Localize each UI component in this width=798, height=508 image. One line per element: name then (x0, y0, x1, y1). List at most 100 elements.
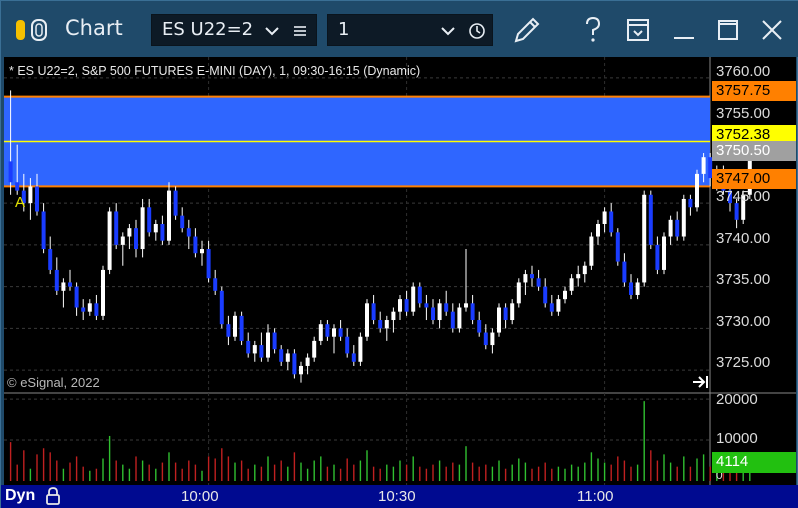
price-tick: 3760.00 (716, 63, 771, 80)
candle-body (186, 228, 191, 237)
candle-body (338, 328, 343, 337)
candle-body (358, 336, 363, 362)
candle-body (54, 269, 59, 291)
current-volume-tag: 4114 (712, 452, 796, 473)
time-tick: 11:00 (577, 488, 614, 505)
candle-body (134, 228, 138, 250)
candle-body (688, 198, 693, 208)
jump-to-latest-icon[interactable] (692, 375, 710, 389)
template-icon[interactable] (621, 13, 655, 47)
candle-body (503, 307, 508, 321)
candle-body (259, 345, 264, 358)
candle-body (609, 211, 614, 233)
candle-body (160, 224, 165, 241)
candle-body (391, 311, 396, 321)
window-title: Chart (65, 16, 123, 40)
candle-body (8, 161, 13, 183)
price-volume-chart[interactable] (4, 57, 796, 485)
menu-lines-icon[interactable] (292, 23, 308, 39)
candle-body (497, 307, 501, 333)
dynamic-mode-label[interactable]: Dyn (5, 487, 35, 505)
candle-body (596, 224, 600, 237)
candle-body (424, 303, 429, 308)
help-icon[interactable] (576, 13, 610, 47)
candle-body (233, 315, 237, 337)
clock-icon[interactable] (468, 22, 486, 40)
candle-body (272, 332, 277, 350)
symbol-dropdown[interactable]: ES U22=2 (151, 14, 317, 46)
candle-body (167, 190, 171, 241)
lock-icon[interactable] (44, 486, 62, 506)
candle-body (490, 332, 495, 346)
candle-body (457, 307, 462, 329)
chart-area[interactable]: * ES U22=2, S&P 500 FUTURES E-MINI (DAY)… (4, 57, 796, 485)
chart-header: * ES U22=2, S&P 500 FUTURES E-MINI (DAY)… (9, 64, 421, 78)
candle-body (695, 173, 699, 208)
candle-body (312, 340, 317, 358)
price-tick: 3735.00 (716, 271, 771, 288)
candle-body (450, 311, 455, 329)
time-axis-bar: Dyn 10:00 10:30 11:00 (1, 485, 798, 508)
candle-body (477, 320, 482, 333)
candle-body (246, 340, 251, 354)
candle-body (437, 303, 442, 321)
candle-body (305, 357, 310, 366)
candle-body (173, 190, 178, 216)
candle-body (206, 249, 211, 279)
candle-body (510, 303, 515, 321)
candle-body (180, 215, 185, 229)
minimize-icon[interactable] (667, 13, 701, 47)
candle-body (345, 336, 350, 354)
zone-bottom-price-tag: 3747.00 (712, 169, 796, 189)
symbol-value: ES U22=2 (162, 19, 254, 40)
candle-body (516, 282, 521, 304)
candle-body (384, 320, 389, 329)
candle-body (285, 353, 290, 362)
candle-body (642, 194, 647, 283)
candle-body (107, 211, 112, 270)
candle-body (681, 198, 686, 237)
candle-body (120, 236, 125, 245)
interval-dropdown[interactable]: 1 (327, 14, 493, 46)
candle-body (734, 203, 739, 220)
candle-body (127, 228, 132, 237)
candle-body (41, 211, 46, 250)
candle-body (582, 265, 587, 275)
candle-body (299, 365, 303, 375)
candle-body (470, 303, 475, 321)
candle-body (101, 269, 105, 316)
time-tick: 10:00 (181, 488, 219, 505)
chart-window: Chart ES U22=2 1 * ES U22=2, S&P 500 FUT… (0, 0, 798, 508)
candle-body (398, 299, 402, 312)
candle-body (569, 278, 574, 291)
candle-body (431, 307, 435, 321)
candle-body (252, 345, 257, 354)
candle-body (332, 328, 336, 337)
app-toggle-icon[interactable] (15, 18, 49, 42)
candle-body (523, 274, 528, 283)
chevron-down-icon[interactable] (264, 25, 280, 37)
candle-body (371, 303, 376, 321)
candle-body (219, 290, 224, 325)
chevron-down-icon[interactable] (440, 25, 456, 37)
pencil-icon[interactable] (510, 13, 544, 47)
candle-body (81, 307, 86, 312)
copyright-label: © eSignal, 2022 (7, 375, 100, 390)
interval-value: 1 (338, 19, 350, 40)
candle-body (48, 249, 53, 270)
close-icon[interactable] (755, 13, 789, 47)
candle-body (622, 261, 627, 283)
candle-body (662, 236, 666, 270)
candle-body (464, 303, 468, 308)
price-tick: 3725.00 (716, 354, 771, 371)
candle-body (404, 299, 409, 312)
candle-body (602, 211, 607, 224)
candle-body (563, 290, 567, 300)
candle-body (200, 249, 204, 254)
volume-tick: 10000 (716, 430, 758, 447)
candle-body (668, 219, 673, 237)
candle-body (147, 207, 152, 233)
candle-body (94, 303, 99, 316)
maximize-icon[interactable] (711, 13, 745, 47)
candle-body (15, 182, 20, 191)
